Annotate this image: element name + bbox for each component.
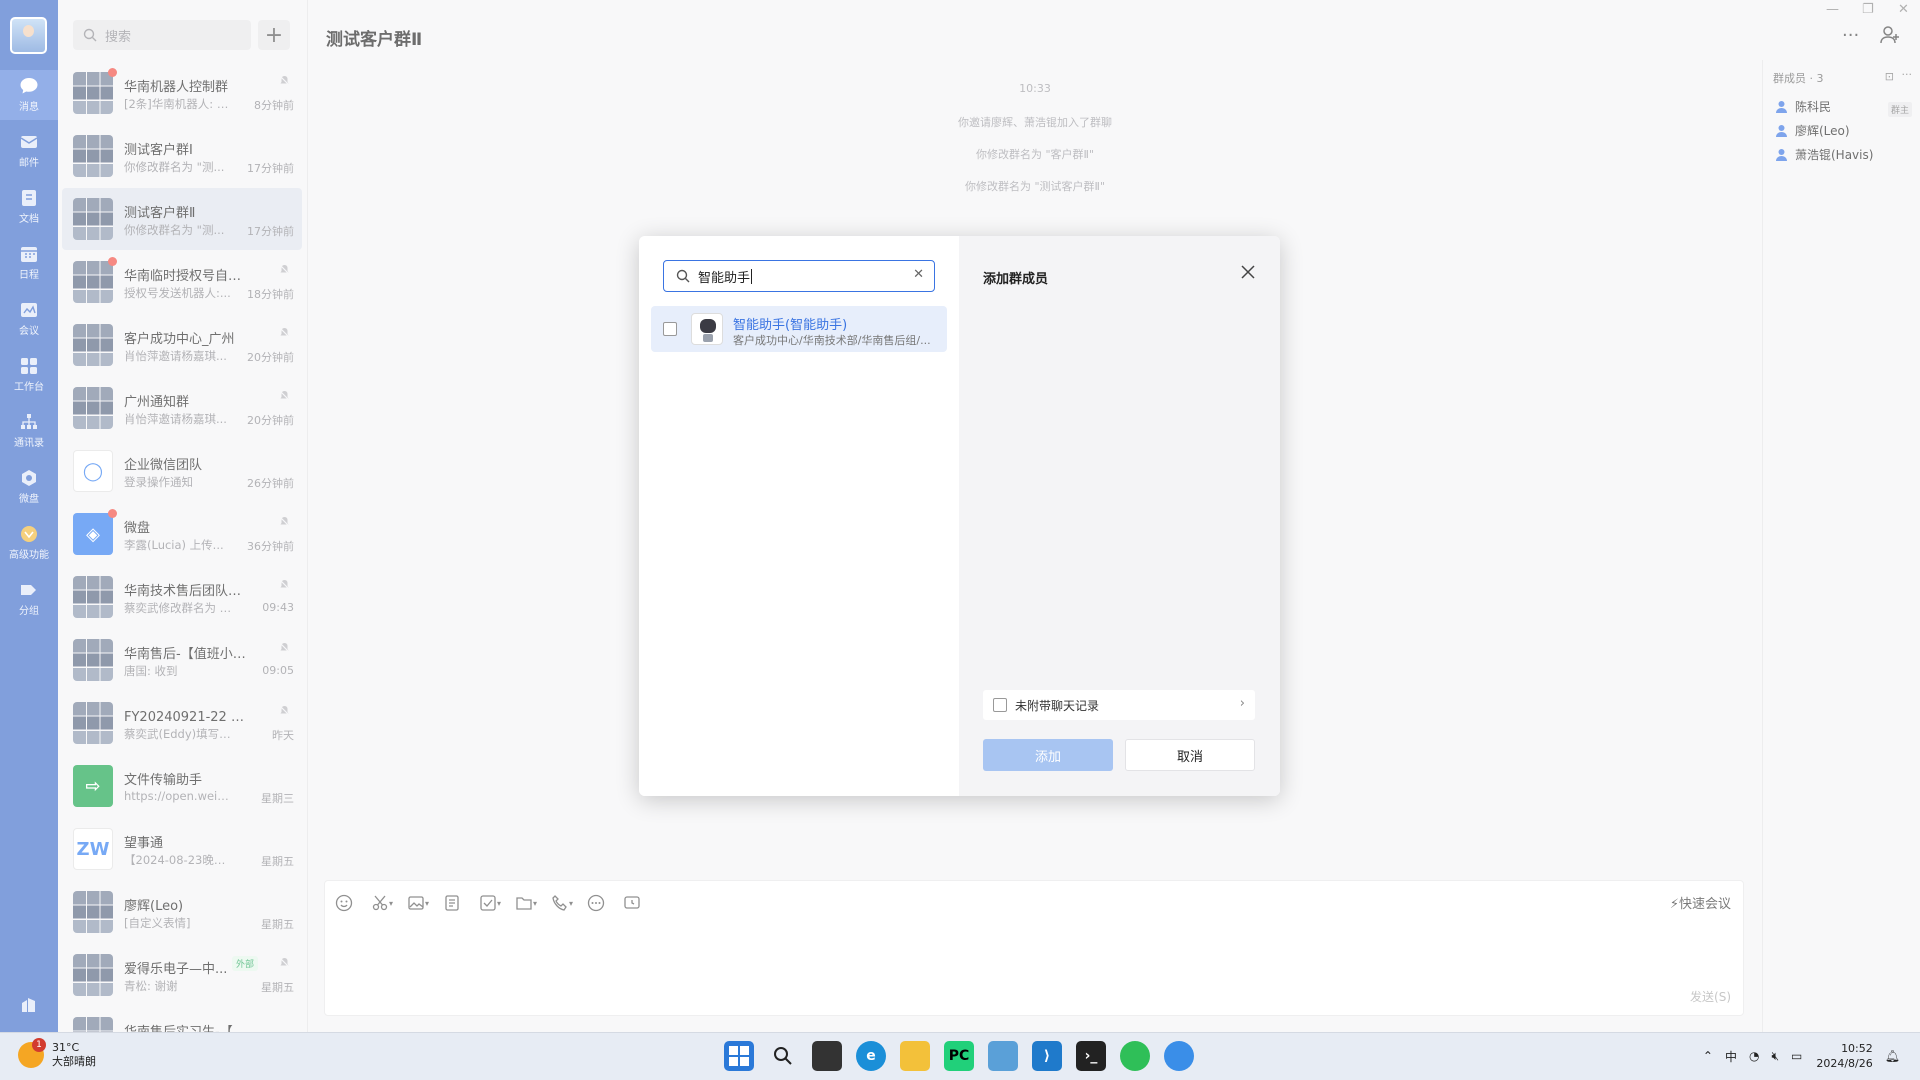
weather-widget[interactable]: 1 31°C 大部晴朗: [18, 1038, 96, 1069]
chevron-right-icon: ›: [1239, 696, 1245, 711]
clock-time: 10:52: [1841, 1042, 1873, 1055]
vscode-icon[interactable]: ⟩: [1032, 1041, 1062, 1071]
temperature: 31°C: [52, 1041, 80, 1054]
wechat-icon[interactable]: [1120, 1041, 1150, 1071]
robot-avatar: [691, 313, 723, 345]
history-label: 未附带聊天记录: [1015, 698, 1100, 713]
dialog-title: 添加群成员: [983, 272, 1049, 287]
dialog-search-pane: 智能助手 ✕ 智能助手(智能助手) 客户成功中心/华南技术部/华南售后组/...: [639, 236, 959, 796]
monitor-icon[interactable]: [988, 1041, 1018, 1071]
task-view-icon[interactable]: [812, 1041, 842, 1071]
history-checkbox[interactable]: [993, 698, 1007, 712]
taskbar: 1 31°C 大部晴朗 e PC ⟩ ›_ ⌃ 中 ◔ 🔇︎ ▭ 10:52 2…: [0, 1032, 1920, 1080]
pycharm-icon[interactable]: PC: [944, 1041, 974, 1071]
search-taskbar-icon[interactable]: [768, 1041, 798, 1071]
dialog-selected-pane: 添加群成员 未附带聊天记录 › 添加 取消: [959, 236, 1280, 796]
search-result-item[interactable]: 智能助手(智能助手) 客户成功中心/华南技术部/华南售后组/...: [651, 306, 947, 352]
system-tray: ⌃ 中 ◔ 🔇︎ ▭ 10:52 2024/8/26 🔔︎: [1691, 1041, 1900, 1071]
close-icon[interactable]: [1240, 264, 1256, 280]
cancel-button[interactable]: 取消: [1125, 739, 1255, 771]
wecom-icon[interactable]: [1164, 1041, 1194, 1071]
result-checkbox[interactable]: [663, 322, 677, 336]
battery-icon[interactable]: ▭: [1791, 1049, 1802, 1063]
clock-date: 2024/8/26: [1816, 1057, 1873, 1070]
dialog-search-value: 智能助手: [698, 270, 751, 286]
clear-icon[interactable]: ✕: [913, 267, 924, 282]
add-button[interactable]: 添加: [983, 739, 1113, 771]
notification-badge: 1: [32, 1038, 46, 1052]
chevron-up-icon[interactable]: ⌃: [1703, 1049, 1713, 1063]
edge-icon[interactable]: e: [856, 1041, 886, 1071]
terminal-icon[interactable]: ›_: [1076, 1041, 1106, 1071]
start-icon[interactable]: [724, 1041, 754, 1071]
search-icon: [676, 269, 690, 283]
file-explorer-icon[interactable]: [900, 1041, 930, 1071]
wifi-icon[interactable]: ◔: [1749, 1049, 1759, 1063]
ime-indicator[interactable]: 中: [1725, 1048, 1737, 1065]
result-name: 智能助手(智能助手): [733, 318, 848, 333]
notification-bell-icon[interactable]: 🔔︎: [1885, 1049, 1900, 1063]
include-history-option[interactable]: 未附带聊天记录 ›: [983, 690, 1255, 720]
add-member-dialog: 智能助手 ✕ 智能助手(智能助手) 客户成功中心/华南技术部/华南售后组/...…: [639, 236, 1280, 796]
mute-icon[interactable]: 🔇︎: [1771, 1049, 1779, 1064]
clock[interactable]: 10:52 2024/8/26: [1816, 1041, 1872, 1071]
dialog-search-input[interactable]: 智能助手 ✕: [663, 260, 935, 292]
result-department: 客户成功中心/华南技术部/华南售后组/...: [733, 334, 931, 347]
weather-icon: 1: [18, 1038, 46, 1068]
weather-description: 大部晴朗: [52, 1055, 96, 1068]
